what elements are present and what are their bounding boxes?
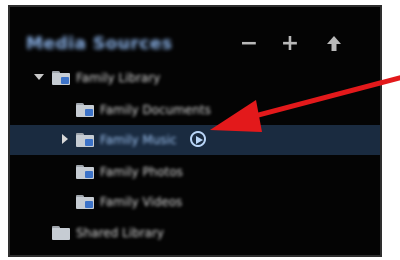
tree-item-family-library[interactable]: Family Library: [10, 63, 380, 93]
play-circle-icon[interactable]: [190, 131, 206, 147]
chevron-down-icon[interactable]: [34, 72, 44, 82]
tree-item-label: Shared Library: [76, 226, 165, 240]
panel-title: Media Sources: [26, 34, 173, 54]
move-up-button[interactable]: [324, 33, 344, 55]
media-sources-panel: Media Sources − + Family Library Family …: [8, 5, 382, 257]
folder-icon: [76, 195, 94, 209]
folder-icon: [52, 226, 70, 240]
tree-item-label: Family Videos: [100, 195, 183, 209]
tree-item-family-music[interactable]: Family Music: [10, 125, 380, 155]
folder-icon: [76, 165, 94, 179]
folder-icon: [76, 103, 94, 117]
remove-source-button[interactable]: −: [239, 33, 259, 55]
folder-icon: [52, 71, 70, 85]
tree-item-label: Family Documents: [100, 103, 211, 117]
tree-item-family-documents[interactable]: Family Documents: [10, 95, 380, 125]
tree-item-label: Family Music: [100, 133, 177, 147]
folder-icon: [76, 133, 94, 147]
tree-item-shared-library[interactable]: Shared Library: [10, 218, 380, 248]
chevron-right-icon[interactable]: [60, 134, 70, 144]
tree-item-family-photos[interactable]: Family Photos: [10, 157, 380, 187]
add-source-button[interactable]: +: [280, 33, 300, 55]
arrow-up-icon: [324, 36, 344, 51]
panel-header: Media Sources − +: [10, 7, 380, 63]
tree-item-family-videos[interactable]: Family Videos: [10, 187, 380, 217]
tree-item-label: Family Library: [76, 71, 161, 85]
tree-item-label: Family Photos: [100, 165, 183, 179]
